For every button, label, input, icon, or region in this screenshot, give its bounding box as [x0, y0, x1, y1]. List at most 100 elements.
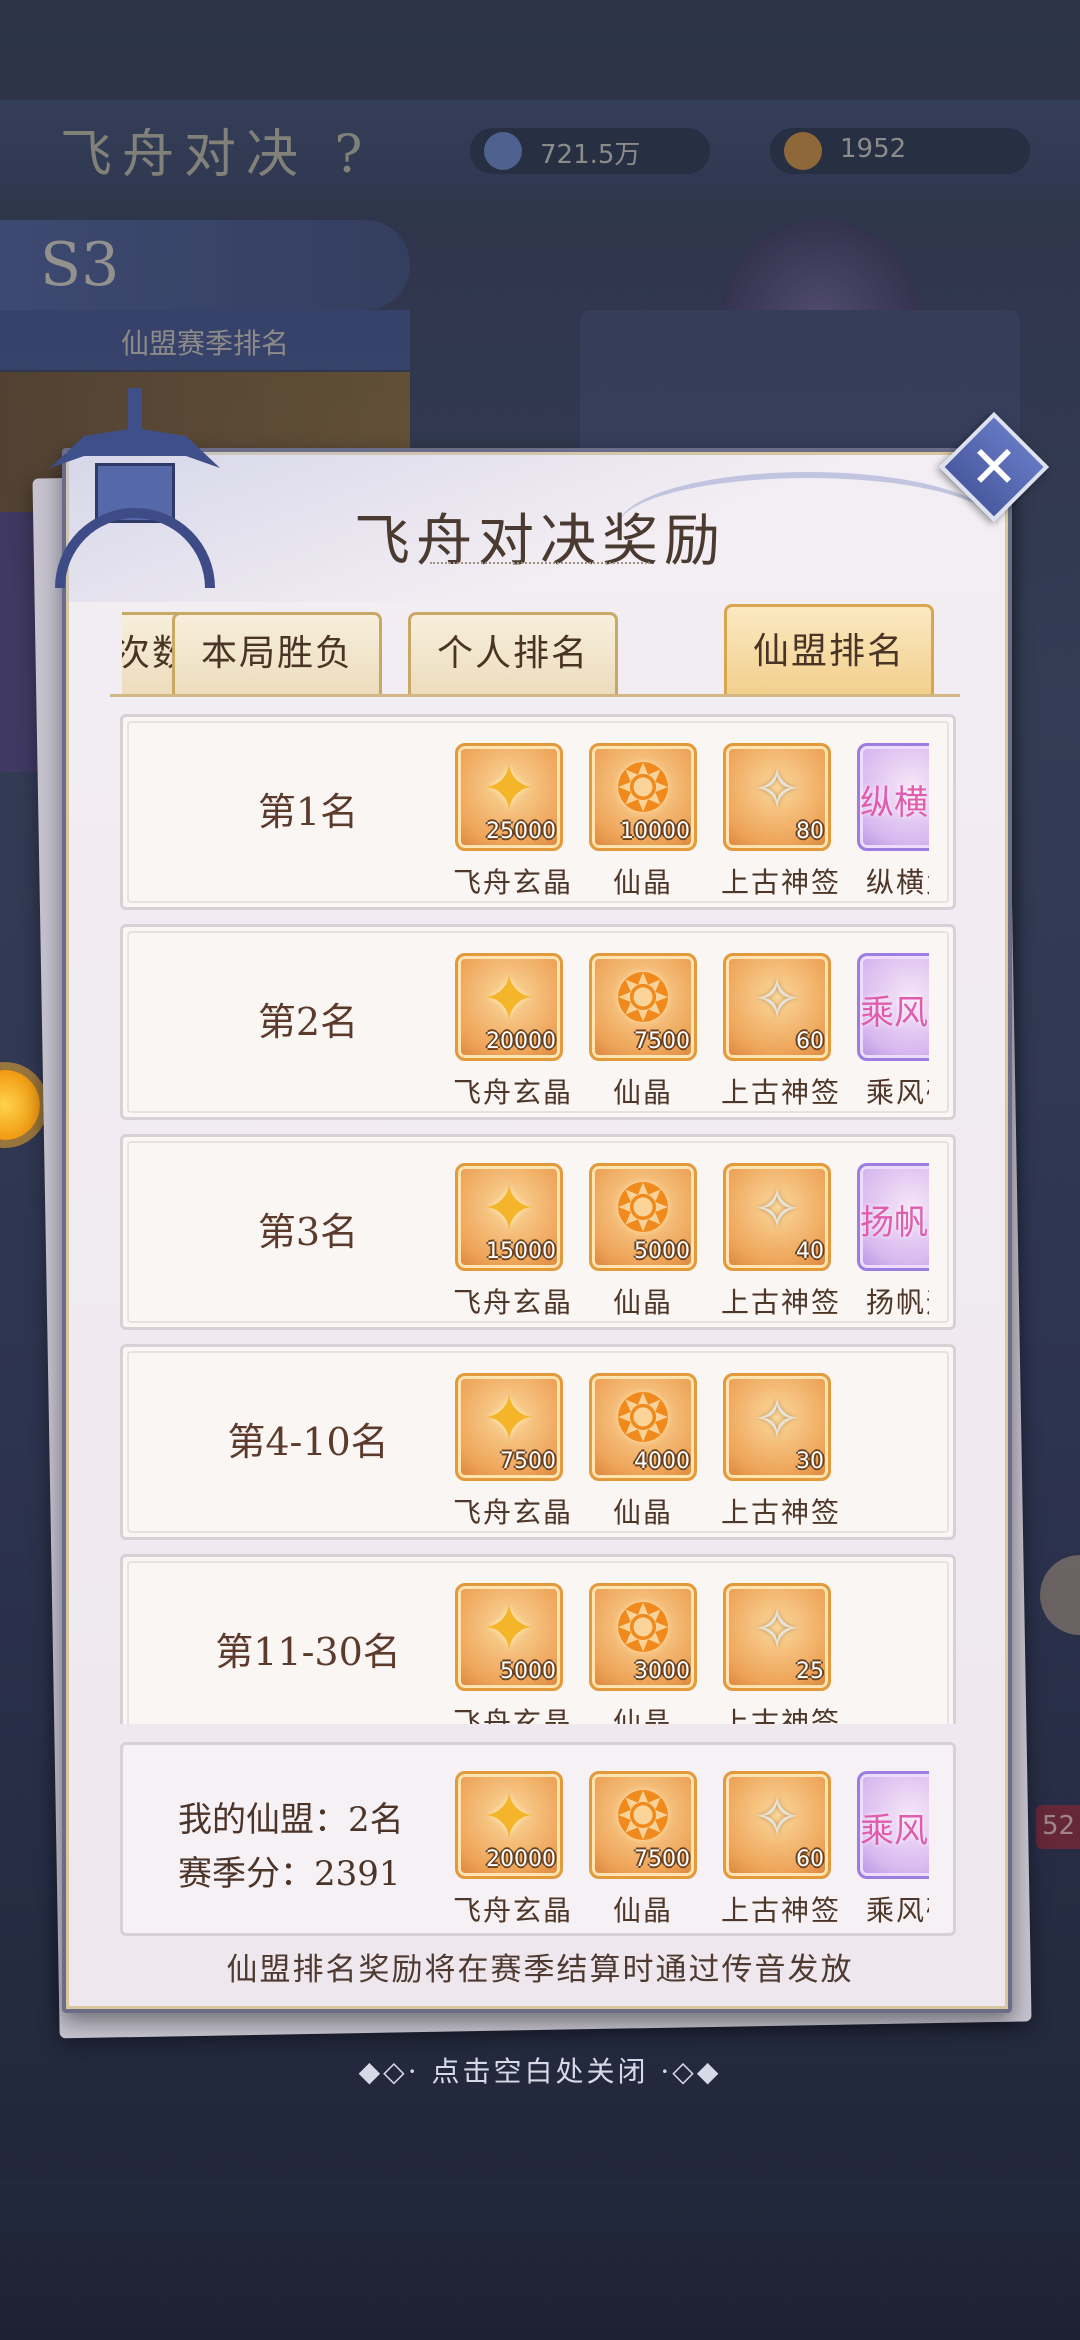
reward-name: 仙晶 [612, 1286, 673, 1319]
reward-icon-box: ✧ 60 [723, 1771, 831, 1879]
resource-1-value: 721.5万 [540, 140, 641, 170]
reward-item[interactable]: ✧ 30 上古神签 [721, 1373, 842, 1531]
star-crystal-icon: ✦ [481, 750, 537, 827]
reward-name: 飞舟玄晶 [453, 866, 574, 899]
my-league-info: 我的仙盟：2名 赛季分：2391 [178, 1793, 404, 1901]
reward-tabs: 次数 本局胜负 个人排名 仙盟排名 [122, 604, 952, 696]
background-resource-2: 1952 [770, 128, 1030, 174]
reward-name: 仙晶 [612, 1076, 673, 1109]
my-league-row: 我的仙盟：2名 赛季分：2391 ✦ 20000 飞舟玄晶 ❂ 7500 仙晶 ✧ 60 上古神… [120, 1742, 956, 1936]
reward-quantity: 25000 [486, 819, 556, 844]
reward-quantity: 7500 [500, 1449, 556, 1474]
reward-icon-box: 扬帆远 [857, 1163, 929, 1271]
season-label: S3 [40, 230, 120, 300]
background-badge-card [580, 310, 1020, 470]
background-red-badge: 52 [1036, 1805, 1080, 1849]
reward-item[interactable]: ❂ 10000 仙晶 [587, 743, 699, 901]
reward-item[interactable]: ✦ 20000 飞舟玄晶 [453, 953, 571, 1111]
reward-name: 纵横九 [865, 866, 929, 899]
resource-2-value: 1952 [840, 134, 907, 164]
background-season-banner: S3 [0, 220, 410, 310]
reward-icon-box: ✦ 25000 [455, 743, 563, 851]
title-ornament [430, 562, 650, 568]
reward-item[interactable]: 纵横九纵横九 [855, 743, 929, 901]
footer-note: 仙盟排名奖励将在赛季结算时通过传音发放 [226, 1952, 854, 1988]
rank-rewards: ✦25000飞舟玄晶❂10000仙晶✧80上古神签纵横九纵横九 [453, 717, 929, 913]
my-league-score: 赛季分：2391 [178, 1854, 401, 1894]
reward-name: 上古神签 [721, 1076, 842, 1109]
reward-item[interactable]: ❂ 7500 仙晶 [587, 953, 699, 1111]
reward-item[interactable]: ❂ 5000 仙晶 [587, 1163, 699, 1321]
rank-label: 第3名 [257, 1210, 359, 1254]
star-crystal-icon: ✦ [481, 1170, 537, 1247]
reward-icon-box: 乘风破 [857, 1771, 929, 1879]
reward-name: 仙晶 [612, 1706, 673, 1724]
reward-icon-box: ✧ 60 [723, 953, 831, 1061]
reward-item[interactable]: ✧ 60 上古神签 [721, 1771, 842, 1929]
rank-row: 第11-30名 ✦ 5000 飞舟玄晶 ❂ 3000 仙晶 ✧ 25 上古神签 [120, 1554, 956, 1724]
flame-crystal-icon: ❂ [615, 1380, 671, 1457]
background-bottom-bar [0, 2180, 1080, 2340]
talisman-icon: ✧ [752, 755, 802, 823]
reward-icon-box: ❂ 4000 [589, 1373, 697, 1481]
reward-quantity: 60 [796, 1847, 824, 1872]
avatar-frame-icon: 纵横九 [860, 783, 929, 823]
reward-item[interactable]: ✦ 5000 飞舟玄晶 [453, 1583, 574, 1724]
reward-quantity: 30 [796, 1449, 824, 1474]
reward-icon-box: 纵横九 [857, 743, 929, 851]
reward-item[interactable]: ✦ 25000 飞舟玄晶 [453, 743, 574, 901]
reward-item[interactable]: ✧ 40 上古神签 [721, 1163, 839, 1321]
reward-icon-box: ✧ 25 [723, 1583, 831, 1691]
reward-icon-box: ✧ 40 [723, 1163, 831, 1271]
reward-item[interactable]: ❂ 3000 仙晶 [587, 1583, 699, 1724]
reward-quantity: 20000 [486, 1847, 556, 1872]
background-resource-1: 721.5万 [470, 128, 710, 174]
reward-name: 上古神签 [721, 1894, 842, 1927]
reward-quantity: 40 [796, 1239, 824, 1264]
reward-quantity: 7500 [634, 1847, 690, 1872]
talisman-icon: ✧ [752, 1175, 802, 1243]
reward-item[interactable]: ✦ 20000 飞舟玄晶 [453, 1771, 571, 1929]
reward-name: 上古神签 [721, 1496, 842, 1529]
rank-rewards: ✦15000飞舟玄晶❂5000仙晶✧40上古神签扬帆远扬帆远 [453, 1137, 929, 1333]
reward-icon-box: ❂ 10000 [589, 743, 697, 851]
reward-quantity: 5000 [500, 1659, 556, 1684]
tap-to-close-hint[interactable]: ◆◇· 点击空白处关闭 ·◇◆ [340, 2050, 740, 2090]
rank-row: 第3名 ✦15000飞舟玄晶❂5000仙晶✧40上古神签扬帆远扬帆远 [120, 1134, 956, 1330]
rank-label: 第2名 [257, 1000, 359, 1044]
tab-personal-rank[interactable]: 个人排名 [408, 612, 618, 696]
reward-item[interactable]: 乘风破乘风破 [855, 1771, 929, 1929]
reward-item[interactable]: ✧ 80 上古神签 [721, 743, 839, 901]
reward-item[interactable]: ❂ 7500 仙晶 [587, 1771, 699, 1929]
reward-name: 飞舟玄晶 [453, 1706, 574, 1724]
rank-rewards: ✦ 5000 飞舟玄晶 ❂ 3000 仙晶 ✧ 25 上古神签 [453, 1557, 929, 1724]
reward-item[interactable]: ✧ 25 上古神签 [721, 1583, 842, 1724]
flame-crystal-icon: ❂ [615, 1778, 671, 1855]
reward-quantity: 3000 [634, 1659, 690, 1684]
reward-item[interactable]: ✧ 60 上古神签 [721, 953, 842, 1111]
rank-row: 第4-10名 ✦ 7500 飞舟玄晶 ❂ 4000 仙晶 ✧ 30 上古神签 [120, 1344, 956, 1540]
flame-crystal-icon: ❂ [615, 960, 671, 1037]
my-league-rewards: ✦20000飞舟玄晶❂7500仙晶✧60 上古神签乘风破乘风破 [453, 1745, 929, 1941]
reward-name: 仙晶 [612, 1496, 673, 1529]
reward-item[interactable]: ❂ 4000 仙晶 [587, 1373, 699, 1531]
reward-item[interactable]: ✦ 15000 飞舟玄晶 [453, 1163, 571, 1321]
rank-label: 第1名 [257, 790, 359, 834]
reward-name: 仙晶 [612, 866, 673, 899]
avatar-frame-icon: 扬帆远 [860, 1203, 929, 1243]
rank-reward-list[interactable]: 第1名✦25000飞舟玄晶❂10000仙晶✧80上古神签纵横九纵横九第2名✦20… [120, 714, 956, 1724]
reward-item[interactable]: 乘风破乘风破 [855, 953, 929, 1111]
reward-item[interactable]: ✦ 7500 飞舟玄晶 [453, 1373, 571, 1531]
star-crystal-icon: ✦ [481, 1380, 537, 1457]
flame-crystal-icon: ❂ [615, 750, 671, 827]
rank-row: 第2名 ✦20000飞舟玄晶❂7500仙晶✧60 上古神签乘风破乘风破 [120, 924, 956, 1120]
talisman-icon: ✧ [752, 1385, 802, 1453]
reward-item[interactable]: 扬帆远扬帆远 [855, 1163, 929, 1321]
reward-quantity: 80 [796, 819, 824, 844]
crystal-icon [484, 132, 522, 170]
reward-name: 上古神签 [721, 1706, 842, 1724]
avatar-frame-icon: 乘风破 [860, 993, 929, 1033]
tab-league-rank[interactable]: 仙盟排名 [724, 604, 934, 696]
tab-match-result[interactable]: 本局胜负 [172, 612, 382, 696]
rank-label: 第11-30名 [215, 1630, 401, 1674]
